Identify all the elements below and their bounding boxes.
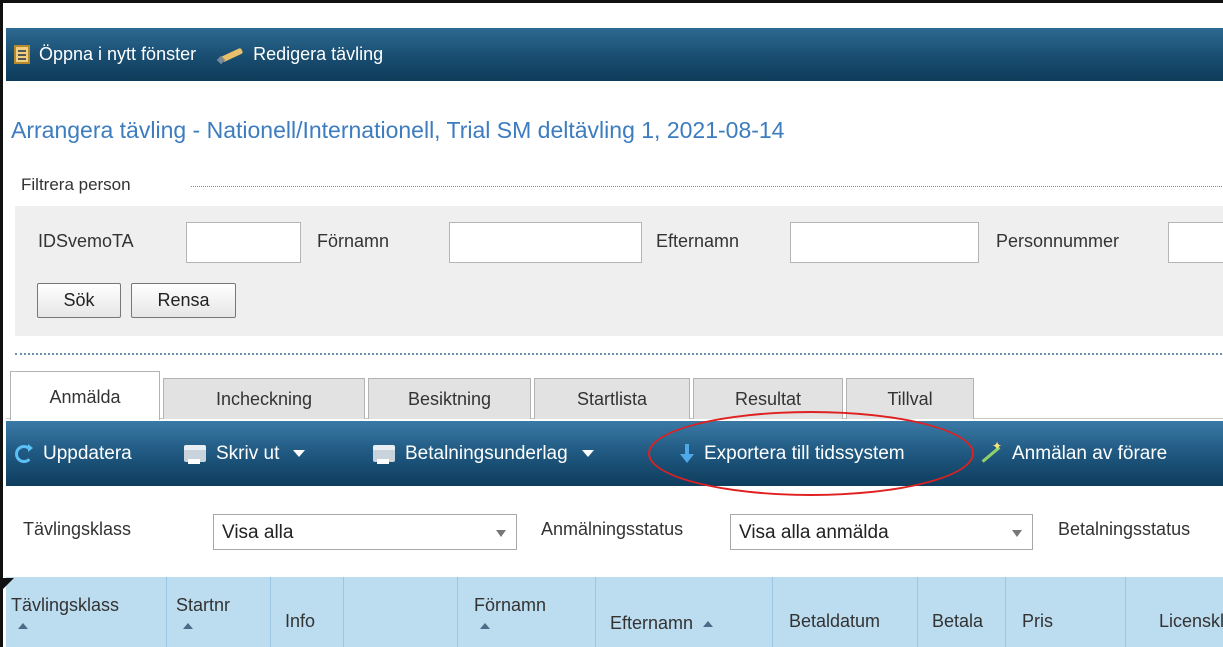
tab-tillval[interactable]: Tillval	[846, 378, 974, 419]
edit-competition-button[interactable]: Redigera tävling	[218, 44, 383, 65]
magic-wand-icon	[978, 439, 1002, 465]
chevron-down-icon[interactable]	[581, 450, 594, 457]
payment-basis-label: Betalningsunderlag	[405, 442, 568, 464]
filter-legend: Filtrera person	[21, 175, 137, 195]
top-toolbar: Öppna i nytt fönster Redigera tävling	[6, 28, 1223, 81]
class-filter-value: Visa alla	[222, 522, 294, 543]
refresh-icon	[15, 443, 33, 463]
print-button[interactable]: Skriv ut	[184, 421, 306, 486]
tab-incheckning[interactable]: Incheckning	[163, 378, 365, 419]
chevron-down-icon	[496, 530, 506, 537]
edit-competition-label: Redigera tävling	[253, 44, 384, 64]
col-label: Pris	[1022, 611, 1053, 631]
personnummer-label: Personnummer	[996, 231, 1120, 251]
status-filter-label: Anmälningsstatus	[541, 519, 684, 539]
id-label: IDSvemoTA	[38, 231, 134, 251]
col-label: Startnr	[176, 595, 231, 615]
app-frame: Öppna i nytt fönster Redigera tävling Ar…	[0, 0, 1223, 647]
clear-button[interactable]: Rensa	[131, 283, 236, 318]
class-filter-select[interactable]: Visa alla	[213, 514, 517, 550]
col-pris[interactable]: Pris	[1006, 577, 1126, 647]
col-tavlingsklass[interactable]: Tävlingsklass	[6, 577, 167, 647]
refresh-label: Uppdatera	[43, 442, 132, 464]
corner-marker	[0, 578, 14, 592]
fieldset-divider	[191, 186, 1223, 187]
firstname-label: Förnamn	[317, 231, 390, 251]
printer-icon	[184, 445, 206, 464]
status-filter-select[interactable]: Visa alla anmälda	[730, 514, 1033, 550]
payment-basis-button[interactable]: Betalningsunderlag	[373, 421, 594, 486]
action-toolbar: Uppdatera Skriv ut Betalningsunderlag Ex…	[6, 421, 1223, 486]
sort-asc-icon	[183, 623, 193, 629]
col-fornamn[interactable]: Förnamn	[458, 577, 596, 647]
pencil-icon	[218, 47, 244, 63]
export-timing-button[interactable]: Exportera till tidssystem	[680, 421, 905, 486]
sort-asc-icon	[18, 623, 28, 629]
col-label: Betala	[932, 611, 984, 631]
sort-asc-icon	[480, 623, 490, 629]
col-label: Förnamn	[474, 595, 547, 615]
sort-asc-icon	[703, 621, 714, 628]
driver-registration-button[interactable]: Anmälan av förare	[978, 421, 1167, 486]
col-efternamn[interactable]: Efternamn	[596, 577, 773, 647]
print-label: Skriv ut	[216, 442, 280, 464]
refresh-button[interactable]: Uppdatera	[15, 421, 132, 486]
driver-registration-label: Anmälan av förare	[1012, 442, 1168, 464]
col-blank[interactable]	[344, 577, 458, 647]
tab-anmalda[interactable]: Anmälda	[10, 371, 160, 420]
chevron-down-icon	[1012, 530, 1022, 537]
chevron-down-icon[interactable]	[293, 450, 306, 457]
page-title: Arrangera tävling - Nationell/Internatio…	[11, 117, 785, 143]
search-button[interactable]: Sök	[37, 283, 121, 318]
tab-resultat[interactable]: Resultat	[693, 378, 843, 419]
filter-bottom-divider	[15, 353, 1223, 355]
grid-header: Tävlingsklass Startnr Info Förnamn Efter…	[6, 577, 1223, 647]
col-label: Efternamn	[610, 613, 714, 634]
class-filter-label: Tävlingsklass	[23, 519, 132, 539]
payment-filter-label: Betalningsstatus	[1058, 519, 1191, 539]
col-startnr[interactable]: Startnr	[167, 577, 271, 647]
id-input[interactable]	[186, 222, 301, 263]
personnummer-input[interactable]	[1168, 222, 1223, 263]
col-betala[interactable]: Betala	[918, 577, 1006, 647]
lastname-label: Efternamn	[656, 231, 740, 251]
col-label: Betaldatum	[789, 611, 881, 631]
tab-besiktning[interactable]: Besiktning	[368, 378, 531, 419]
col-betaldatum[interactable]: Betaldatum	[773, 577, 918, 647]
col-info[interactable]: Info	[271, 577, 344, 647]
open-new-window-label: Öppna i nytt fönster	[39, 44, 197, 64]
window-icon	[14, 45, 30, 64]
lastname-input[interactable]	[790, 222, 979, 263]
col-licensklass[interactable]: Licenskla	[1126, 577, 1223, 647]
status-filter-value: Visa alla anmälda	[739, 522, 889, 543]
col-label: Info	[285, 611, 316, 631]
download-arrow-icon	[680, 443, 694, 464]
printer-icon	[373, 445, 395, 464]
col-label: Tävlingsklass	[11, 595, 120, 615]
tab-startlista[interactable]: Startlista	[534, 378, 690, 419]
col-label: Licenskla	[1159, 611, 1223, 631]
firstname-input[interactable]	[449, 222, 642, 263]
export-timing-label: Exportera till tidssystem	[704, 442, 905, 464]
open-new-window-button[interactable]: Öppna i nytt fönster	[14, 44, 196, 65]
